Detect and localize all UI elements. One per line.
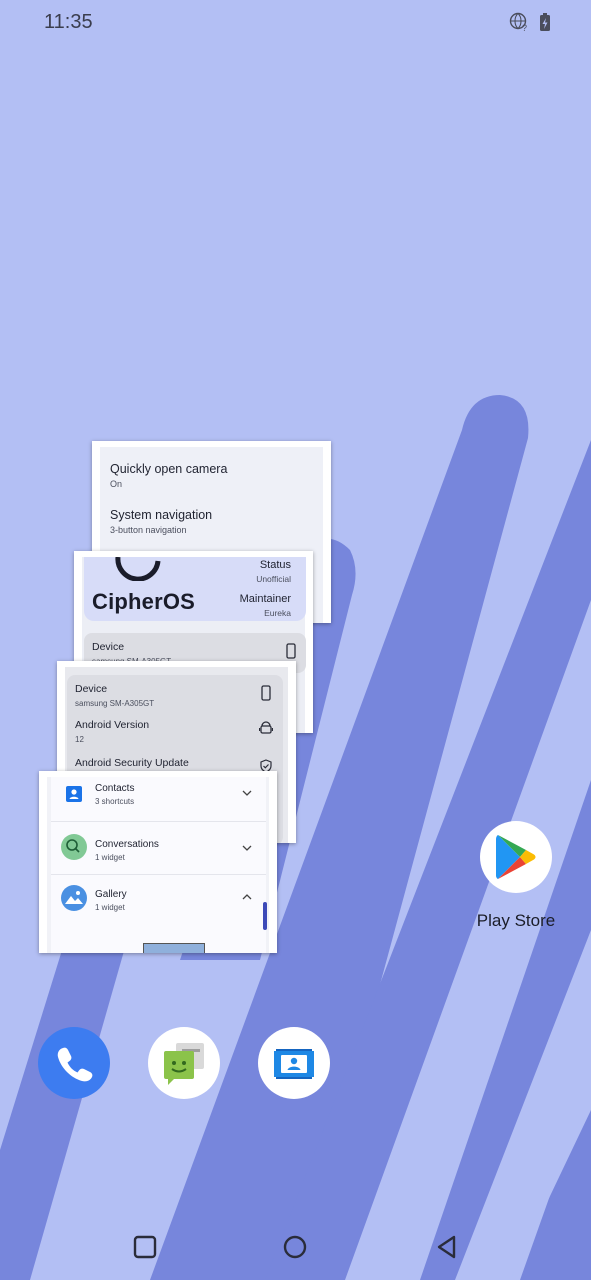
chevron-up-icon — [242, 894, 252, 900]
status-bar: 11:35 ? — [0, 0, 591, 46]
widget-preview-thumbnail — [143, 943, 205, 953]
status-value: Unofficial — [256, 574, 291, 584]
messaging-icon — [164, 1043, 204, 1085]
chevron-down-icon — [242, 790, 252, 796]
cipheros-logo-text: CipherOS — [92, 589, 196, 614]
security-update-label: Android Security Update — [75, 757, 189, 769]
play-store-app-icon[interactable] — [480, 821, 552, 893]
setting-subtitle: 3-button navigation — [110, 525, 187, 535]
setting-subtitle: On — [110, 479, 123, 489]
contacts-icon — [66, 786, 82, 802]
chevron-down-icon — [242, 845, 252, 851]
recent-card-widgets[interactable]: Contacts 3 shortcuts Conversations 1 wid… — [39, 771, 277, 953]
messaging-app-icon[interactable] — [148, 1027, 220, 1099]
phone-handset-icon — [57, 1047, 93, 1082]
back-button[interactable] — [432, 1232, 462, 1262]
battery-charging-icon — [540, 13, 550, 31]
circle-icon — [283, 1235, 307, 1259]
home-screen: 11:35 ? Quickly open camera On System na… — [0, 0, 591, 1280]
android-version-label: Android Version — [75, 719, 150, 731]
widget-app-name: Gallery — [95, 889, 127, 900]
device-value: samsung SM-A305GT — [75, 699, 155, 708]
maintainer-value: Eureka — [264, 608, 291, 618]
widget-row: Gallery 1 widget — [51, 875, 266, 925]
status-time: 11:35 — [44, 11, 93, 33]
widget-app-name: Conversations — [95, 839, 159, 850]
globe-question-icon: ? — [509, 12, 527, 32]
setting-title: Quickly open camera — [110, 462, 228, 476]
contacts-app-icon[interactable] — [258, 1027, 330, 1099]
home-button[interactable] — [280, 1232, 310, 1262]
recents-button[interactable] — [130, 1232, 160, 1262]
device-label: Device — [92, 641, 125, 653]
phone-icon — [261, 685, 271, 701]
widget-count: 3 shortcuts — [95, 797, 135, 806]
maintainer-label: Maintainer — [239, 593, 291, 605]
conversations-icon — [61, 834, 87, 860]
widget-app-name: Contacts — [95, 783, 135, 794]
phone-icon — [286, 643, 296, 659]
contacts-book-icon — [274, 1049, 314, 1079]
widget-count: 1 widget — [95, 853, 125, 862]
device-label: Device — [75, 683, 108, 695]
widget-row: Conversations 1 widget — [51, 822, 266, 875]
setting-title: System navigation — [110, 508, 213, 522]
back-triangle-icon — [437, 1235, 456, 1259]
android-version-value: 12 — [75, 735, 84, 744]
widgets-list: Contacts 3 shortcuts Conversations 1 wid… — [51, 777, 266, 953]
status-label: Status — [259, 559, 291, 571]
card-content: Contacts 3 shortcuts Conversations 1 wid… — [47, 777, 269, 953]
gallery-icon — [61, 885, 87, 911]
cipheros-logo-icon — [115, 557, 161, 581]
play-store-icon — [496, 835, 536, 879]
widget-row: Contacts 3 shortcuts — [51, 777, 266, 822]
play-store-label[interactable]: Play Store — [466, 911, 566, 931]
navigation-bar — [0, 1210, 591, 1280]
square-icon — [133, 1235, 157, 1259]
phone-app-icon[interactable] — [38, 1027, 110, 1099]
scrollbar — [263, 902, 267, 930]
svg-text:?: ? — [522, 23, 527, 32]
widget-count: 1 widget — [95, 903, 125, 912]
android-icon — [259, 721, 273, 734]
